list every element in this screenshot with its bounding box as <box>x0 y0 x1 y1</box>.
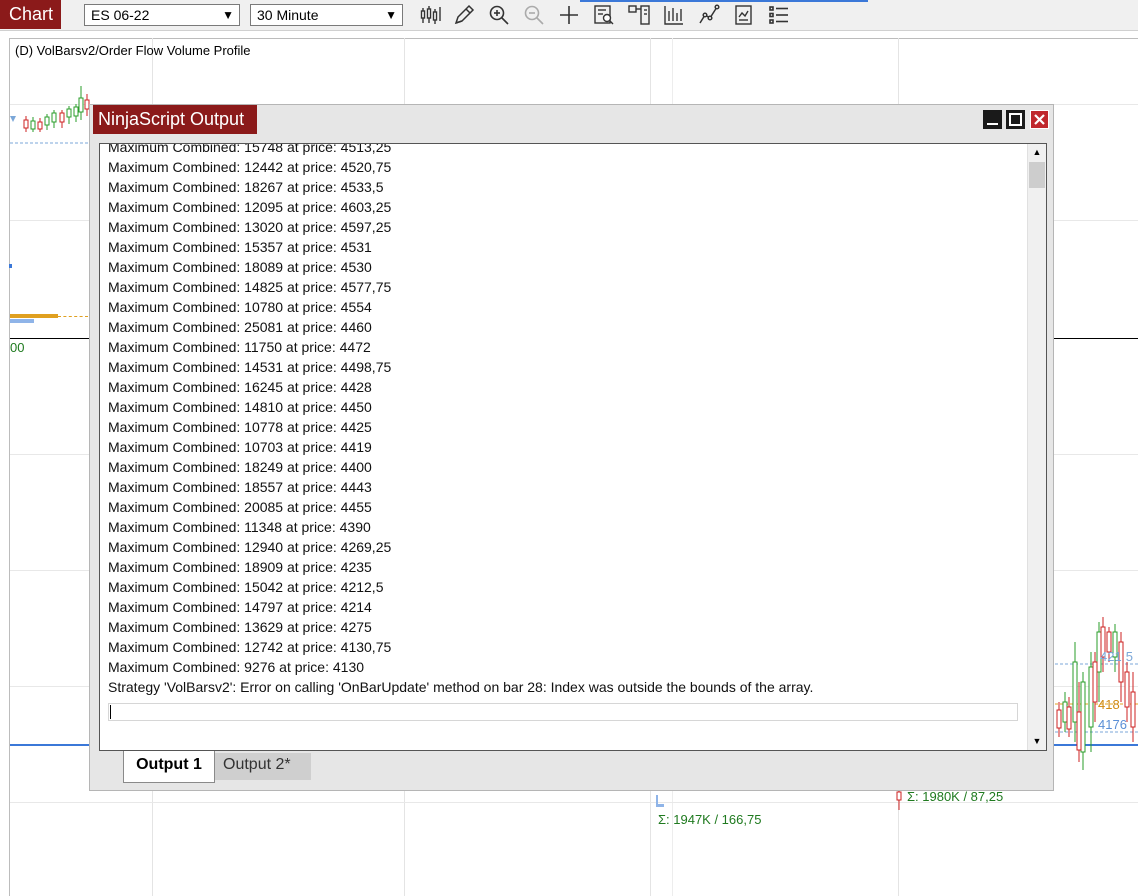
chart-indicator-label: (D) VolBarsv2/Order Flow Volume Profile <box>15 43 251 58</box>
log-line: Maximum Combined: 16245 at price: 4428 <box>108 379 372 395</box>
strategies-icon[interactable] <box>662 3 686 27</box>
log-line: Maximum Combined: 18089 at price: 4530 <box>108 259 372 275</box>
bar-type-icon[interactable] <box>419 3 443 27</box>
log-line: Maximum Combined: 15042 at price: 4212,5 <box>108 579 384 595</box>
output-input-line[interactable] <box>108 703 1018 721</box>
candlestick-cluster <box>1055 617 1138 770</box>
maximize-icon <box>1009 113 1022 126</box>
candlestick <box>896 790 902 810</box>
output-log: Maximum Combined: 15748 at price: 4513,2… <box>108 143 1018 697</box>
volume-tick <box>656 804 664 807</box>
minimize-button[interactable] <box>983 110 1002 129</box>
close-button[interactable] <box>1030 110 1049 129</box>
price-tag: 418 <box>1098 697 1120 712</box>
toolbar-accent-line <box>580 0 868 2</box>
tab-output-2[interactable]: Output 2* <box>215 753 311 780</box>
chart-toolbar: Chart ES 06-22 ▼ 30 Minute ▼ <box>0 0 1138 31</box>
log-line: Maximum Combined: 18267 at price: 4533,5 <box>108 179 384 195</box>
log-line: Maximum Combined: 12095 at price: 4603,2… <box>108 199 392 215</box>
chevron-down-icon: ▼ <box>385 8 397 22</box>
chart-trader-icon[interactable] <box>627 3 651 27</box>
log-line: Maximum Combined: 18557 at price: 4443 <box>108 479 372 495</box>
log-line: Maximum Combined: 18909 at price: 4235 <box>108 559 372 575</box>
chart-tab[interactable]: Chart <box>0 0 61 29</box>
log-line: Maximum Combined: 13020 at price: 4597,2… <box>108 219 392 235</box>
zoom-out-icon[interactable] <box>522 3 546 27</box>
price-axis-label: 00 <box>10 340 25 355</box>
zoom-in-icon[interactable] <box>487 3 511 27</box>
properties-icon[interactable] <box>767 3 791 27</box>
log-line: Maximum Combined: 9276 at price: 4130 <box>108 659 365 675</box>
price-tag: 4176 <box>1098 717 1127 732</box>
volume-profile-bar <box>10 319 34 323</box>
log-line: Maximum Combined: 13629 at price: 4275 <box>108 619 372 635</box>
volume-summary-label: Σ: 1947K / 166,75 <box>658 812 762 827</box>
minimize-icon <box>987 123 998 125</box>
log-line: Maximum Combined: 18249 at price: 4400 <box>108 459 372 475</box>
ninjascript-output-window[interactable]: NinjaScript Output Maximum Combined: 157… <box>89 104 1054 791</box>
interval-value: 30 Minute <box>257 7 319 23</box>
log-line: Maximum Combined: 14825 at price: 4577,7… <box>108 279 392 295</box>
scroll-up-arrow-icon[interactable]: ▲ <box>1028 144 1046 161</box>
candlestick-cluster <box>10 86 90 144</box>
volume-summary-label: Σ: 1980K / 87,25 <box>907 789 1004 804</box>
price-tick <box>9 264 12 268</box>
instrument-selector[interactable]: ES 06-22 ▼ <box>84 4 240 26</box>
poc-line <box>58 316 88 317</box>
log-line: Maximum Combined: 14810 at price: 4450 <box>108 399 372 415</box>
log-line: Maximum Combined: 14797 at price: 4214 <box>108 599 372 615</box>
log-line: Maximum Combined: 10780 at price: 4554 <box>108 299 372 315</box>
price-tag: 421 5 <box>1100 649 1133 664</box>
log-line: Maximum Combined: 14531 at price: 4498,7… <box>108 359 392 375</box>
log-line: Maximum Combined: 12442 at price: 4520,7… <box>108 159 392 175</box>
log-line: Strategy 'VolBarsv2': Error on calling '… <box>108 679 814 695</box>
drawing-tool-icon[interactable] <box>452 3 476 27</box>
log-line: Maximum Combined: 15357 at price: 4531 <box>108 239 372 255</box>
log-line: Maximum Combined: 10778 at price: 4425 <box>108 419 372 435</box>
log-line: Maximum Combined: 20085 at price: 4455 <box>108 499 372 515</box>
close-icon <box>1034 114 1045 125</box>
maximize-button[interactable] <box>1006 110 1025 129</box>
volume-profile-bar <box>10 314 58 318</box>
chevron-down-icon: ▼ <box>222 8 234 22</box>
indicators-icon[interactable] <box>697 3 721 27</box>
log-line: Maximum Combined: 11750 at price: 4472 <box>108 339 371 355</box>
instrument-value: ES 06-22 <box>91 7 150 23</box>
output-text-area[interactable]: Maximum Combined: 15748 at price: 4513,2… <box>99 143 1047 751</box>
tab-output-1[interactable]: Output 1 <box>123 751 215 783</box>
log-line: Maximum Combined: 11348 at price: 4390 <box>108 519 371 535</box>
interval-selector[interactable]: 30 Minute ▼ <box>250 4 403 26</box>
scrollbar-thumb[interactable] <box>1029 162 1045 188</box>
output-window-title[interactable]: NinjaScript Output <box>93 105 257 134</box>
log-line: Maximum Combined: 10703 at price: 4419 <box>108 439 372 455</box>
crosshair-icon[interactable] <box>557 3 581 27</box>
log-line: Maximum Combined: 15748 at price: 4513,2… <box>108 143 392 155</box>
log-line: Maximum Combined: 25081 at price: 4460 <box>108 319 372 335</box>
templates-icon[interactable] <box>732 3 756 27</box>
text-caret <box>110 705 111 719</box>
log-line: Maximum Combined: 12742 at price: 4130,7… <box>108 639 392 655</box>
scroll-down-arrow-icon[interactable]: ▼ <box>1028 733 1046 750</box>
data-box-icon[interactable] <box>592 3 616 27</box>
log-line: Maximum Combined: 12940 at price: 4269,2… <box>108 539 392 555</box>
vertical-scrollbar[interactable]: ▲ ▼ <box>1027 144 1046 750</box>
